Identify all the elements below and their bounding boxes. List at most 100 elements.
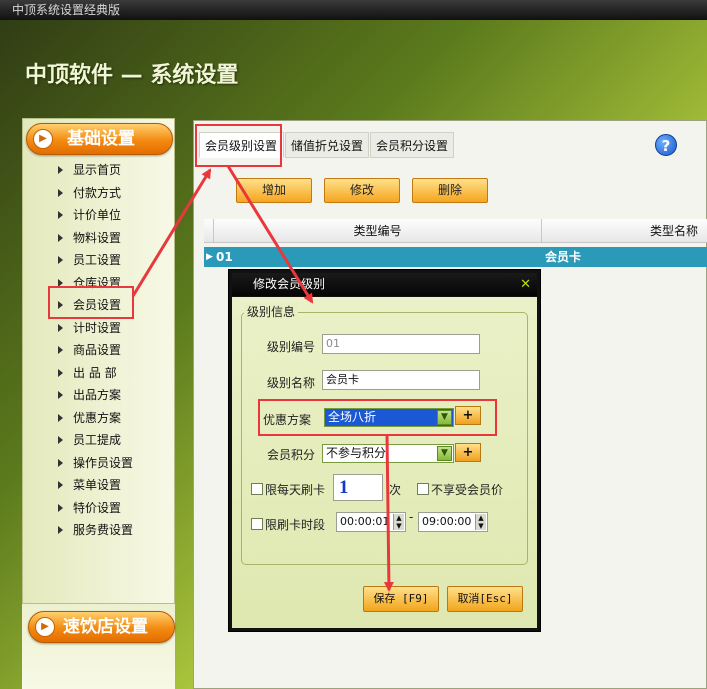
basic-settings-label: 基础设置 — [67, 129, 135, 149]
sidebar-item-label: 菜单设置 — [73, 478, 122, 492]
bullet-icon — [58, 436, 63, 444]
sidebar-item-label: 计时设置 — [73, 320, 122, 335]
row-pointer-icon: ▶ — [206, 252, 213, 262]
bullet-icon — [58, 413, 63, 422]
time-from-value: 00:00:01 — [340, 515, 390, 528]
time-limit-label: 限刷卡时段 — [265, 518, 326, 532]
sidebar-item-timing[interactable]: 计时设置 — [48, 317, 158, 340]
sidebar-item-label: 付款方式 — [73, 185, 122, 200]
sidebar-item-products[interactable]: 商品设置 — [48, 339, 158, 362]
sidebar-item-label: 出品方案 — [73, 388, 122, 402]
sidebar-item-label: 员工提成 — [73, 433, 122, 447]
sidebar-item-label: 优惠方案 — [73, 410, 122, 425]
sidebar-item-commission[interactable]: 员工提成 — [48, 429, 158, 452]
save-button[interactable]: 保存 [F9] — [363, 586, 439, 612]
grid-header: 类型编号 类型名称 — [204, 219, 707, 243]
sidebar-item-label: 物料设置 — [73, 230, 122, 245]
no-member-price-checkbox[interactable] — [417, 483, 429, 495]
column-header-name[interactable]: 类型名称 — [542, 219, 707, 243]
add-button[interactable]: 增加 — [236, 178, 312, 203]
add-points-rule-button[interactable]: + — [455, 443, 481, 462]
sidebar-item-label: 显示首页 — [73, 163, 122, 177]
daily-limit-checkbox[interactable] — [251, 483, 263, 495]
bullet-icon — [58, 256, 63, 264]
bullet-icon — [58, 391, 63, 399]
daily-limit-unit: 次 — [389, 483, 402, 497]
arrow-right-icon: ▶ — [35, 617, 55, 637]
sidebar-item-label: 服务费设置 — [73, 523, 134, 537]
window-title-bar: 中顶系统设置经典版 — [0, 0, 707, 20]
time-to-field[interactable]: 09:00:00 ▲ ▼ — [418, 512, 488, 532]
help-icon[interactable]: ? — [655, 134, 677, 156]
sidebar-item-label: 商品设置 — [73, 343, 122, 357]
sidebar-item-staff[interactable]: 员工设置 — [48, 249, 158, 272]
bullet-icon — [58, 368, 63, 377]
level-name-field[interactable]: 会员卡 — [322, 370, 480, 390]
chevron-down-icon: ▼ — [437, 446, 452, 461]
sidebar-item-units[interactable]: 计价单位 — [48, 204, 158, 227]
time-limit-checkbox[interactable] — [251, 518, 263, 530]
cancel-button[interactable]: 取消[Esc] — [447, 586, 523, 612]
bullet-icon — [58, 211, 63, 219]
bullet-icon — [58, 233, 63, 242]
level-name-label: 级别名称 — [267, 376, 316, 390]
column-header-code[interactable]: 类型编号 — [214, 219, 542, 243]
sidebar-item-payment[interactable]: 付款方式 — [48, 182, 158, 205]
time-from-spinner-icon[interactable]: ▲ ▼ — [393, 514, 404, 530]
member-points-value: 不参与积分 — [326, 446, 387, 460]
sidebar-item-label: 计价单位 — [73, 208, 122, 222]
sidebar-item-label: 出 品 部 — [73, 365, 117, 380]
sidebar-item-kitchen-dept[interactable]: 出 品 部 — [48, 362, 158, 385]
level-code-field[interactable]: 01 — [322, 334, 480, 354]
sidebar-item-discount-plan[interactable]: 优惠方案 — [48, 407, 158, 430]
edit-button[interactable]: 修改 — [324, 178, 400, 203]
bullet-icon — [58, 526, 63, 534]
annotation-box-discount-plan — [258, 399, 497, 436]
group-title: 级别信息 — [244, 303, 299, 320]
bullet-icon — [58, 346, 63, 354]
table-row[interactable]: ▶ 01 会员卡 — [204, 247, 707, 267]
edit-member-level-dialog: 修改会员级别 ✕ 级别信息 级别编号 01 级别名称 会员卡 优惠方案 全场八折… — [228, 269, 541, 632]
app-header-title: 中顶软件 — 系统设置 — [25, 63, 239, 88]
no-member-price-label: 不享受会员价 — [431, 483, 504, 497]
bullet-icon — [58, 458, 63, 467]
bullet-icon — [58, 188, 63, 197]
sidebar-item-service-fee[interactable]: 服务费设置 — [48, 519, 158, 542]
dialog-title-bar: 修改会员级别 ✕ — [232, 273, 537, 296]
arrow-right-icon: ▶ — [33, 129, 53, 149]
member-points-select[interactable]: 不参与积分 ▼ — [322, 444, 454, 463]
time-to-value: 09:00:00 — [422, 515, 472, 528]
level-code-label: 级别编号 — [267, 340, 316, 354]
bullet-icon — [58, 503, 63, 512]
fastfood-settings-label: 速饮店设置 — [63, 617, 148, 637]
bullet-icon — [58, 323, 63, 332]
time-from-field[interactable]: 00:00:01 ▲ ▼ — [336, 512, 406, 532]
sidebar-item-special-price[interactable]: 特价设置 — [48, 497, 158, 520]
annotation-box-member-level-tab — [195, 124, 282, 167]
sidebar-nav: 显示首页 付款方式 计价单位 物料设置 员工设置 仓库设置 会员设置 计时设置 … — [48, 159, 158, 542]
daily-limit-label: 限每天刷卡 — [265, 483, 326, 497]
sidebar-item-home[interactable]: 显示首页 — [48, 159, 158, 182]
sidebar-item-menu[interactable]: 菜单设置 — [48, 474, 158, 497]
table-cell-code: 01 — [216, 250, 233, 264]
sidebar-item-output-plan[interactable]: 出品方案 — [48, 384, 158, 407]
table-cell-name: 会员卡 — [545, 250, 582, 264]
close-icon[interactable]: ✕ — [520, 273, 531, 296]
tab-member-points[interactable]: 会员积分设置 — [370, 132, 454, 158]
tab-stored-value[interactable]: 储值折兑设置 — [285, 132, 369, 158]
member-points-label: 会员积分 — [267, 448, 316, 462]
sidebar-item-label: 操作员设置 — [73, 455, 134, 470]
sidebar-item-operators[interactable]: 操作员设置 — [48, 452, 158, 475]
time-to-spinner-icon[interactable]: ▲ ▼ — [475, 514, 486, 530]
window-title: 中顶系统设置经典版 — [12, 3, 121, 17]
grid-indicator-column — [204, 219, 214, 243]
basic-settings-button[interactable]: ▶ 基础设置 — [26, 123, 173, 155]
delete-button[interactable]: 删除 — [412, 178, 488, 203]
daily-limit-field[interactable]: 1 — [333, 474, 383, 501]
sidebar-item-materials[interactable]: 物料设置 — [48, 227, 158, 250]
annotation-box-member-settings — [48, 286, 134, 319]
dialog-title: 修改会员级别 — [253, 277, 326, 291]
bullet-icon — [58, 481, 63, 489]
fastfood-settings-button[interactable]: ▶ 速饮店设置 — [28, 611, 175, 643]
time-separator: - — [409, 510, 414, 524]
